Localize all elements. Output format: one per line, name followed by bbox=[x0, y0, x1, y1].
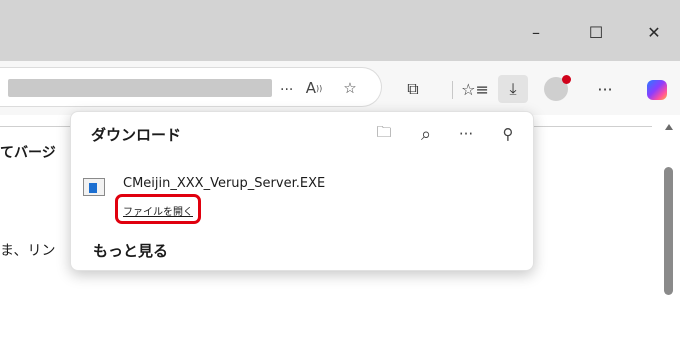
page-text-fragment: ま、リン bbox=[0, 243, 56, 259]
page-scrollbar[interactable] bbox=[658, 115, 680, 340]
page-text-fragment: てバージ bbox=[0, 145, 56, 161]
close-button[interactable]: ✕ bbox=[634, 18, 674, 46]
extensions-icon[interactable]: ⧉ bbox=[398, 75, 428, 103]
scroll-thumb[interactable] bbox=[664, 167, 673, 295]
more-options-icon[interactable]: ··· bbox=[453, 122, 479, 146]
address-bar[interactable]: ... A)) ☆ bbox=[0, 67, 382, 107]
search-icon[interactable]: ⌕ bbox=[413, 122, 439, 146]
open-folder-icon[interactable]: 🗀 bbox=[371, 122, 397, 146]
browser-toolbar: ... A)) ☆ ⧉ ☆≡ ⤓ ··· bbox=[0, 61, 680, 115]
maximize-button[interactable]: ☐ bbox=[576, 18, 616, 46]
downloads-panel: ダウンロード 🗀 ⌕ ··· ⚲ CMeijin_XXX_Verup_Serve… bbox=[70, 111, 534, 271]
settings-more-icon[interactable]: ··· bbox=[590, 75, 620, 103]
read-aloud-icon[interactable]: A)) bbox=[302, 76, 326, 100]
favorite-star-icon[interactable]: ☆ bbox=[338, 76, 362, 100]
scroll-up-arrow-icon[interactable] bbox=[665, 124, 673, 130]
downloads-panel-title: ダウンロード bbox=[91, 126, 182, 144]
notification-badge bbox=[562, 75, 571, 84]
see-more-link[interactable]: もっと見る bbox=[93, 240, 168, 261]
toolbar-divider bbox=[452, 81, 453, 99]
copilot-icon[interactable] bbox=[647, 80, 667, 100]
pin-icon[interactable]: ⚲ bbox=[495, 122, 521, 146]
url-overflow-ellipsis: ... bbox=[280, 78, 294, 94]
minimize-button[interactable]: – bbox=[516, 18, 556, 46]
favorites-icon[interactable]: ☆≡ bbox=[460, 75, 490, 103]
exe-file-icon bbox=[83, 178, 105, 196]
highlight-annotation bbox=[115, 194, 201, 224]
title-bar: – ☐ ✕ bbox=[0, 0, 680, 61]
downloads-icon[interactable]: ⤓ bbox=[498, 75, 528, 103]
download-file-name[interactable]: CMeijin_XXX_Verup_Server.EXE bbox=[123, 176, 325, 191]
redacted-url bbox=[8, 79, 272, 97]
